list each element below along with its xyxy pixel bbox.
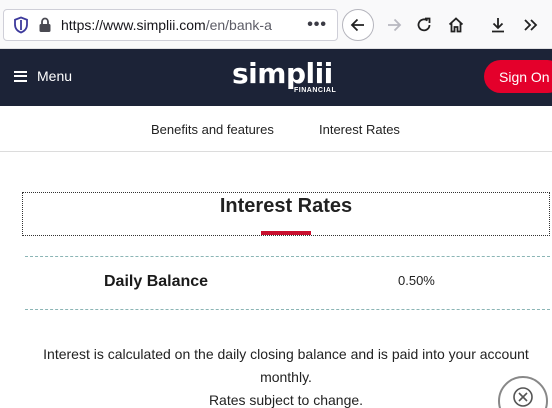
url-fade xyxy=(273,17,303,33)
reload-button[interactable] xyxy=(408,9,440,41)
site-header: Menu simplii FINANCIAL Sign On xyxy=(0,49,552,106)
chat-icon xyxy=(513,387,533,407)
menu-button[interactable]: Menu xyxy=(14,68,72,84)
overflow-button[interactable] xyxy=(515,9,547,41)
back-button[interactable] xyxy=(342,9,374,41)
home-icon xyxy=(448,17,464,33)
interest-note: Interest is calculated on the daily clos… xyxy=(30,343,542,408)
download-icon xyxy=(492,18,504,33)
url-host: https://www.simplii.com xyxy=(61,17,206,33)
section-nav: Benefits and features Interest Rates xyxy=(0,106,552,152)
hamburger-icon xyxy=(14,70,27,82)
interest-note-line-1: Interest is calculated on the daily clos… xyxy=(43,346,529,385)
tab-interest-rates[interactable]: Interest Rates xyxy=(319,122,400,137)
forward-button[interactable] xyxy=(378,9,410,41)
url-text: https://www.simplii.com/en/bank-a xyxy=(61,17,303,33)
logo-wordmark: simplii xyxy=(232,57,333,90)
download-button[interactable] xyxy=(482,9,514,41)
rate-value: 0.50% xyxy=(398,273,435,288)
browser-toolbar: https://www.simplii.com/en/bank-a ••• xyxy=(0,0,552,49)
back-icon xyxy=(350,18,364,32)
forward-icon xyxy=(388,18,402,32)
interest-note-line-2: Rates subject to change. xyxy=(208,392,364,408)
reload-icon xyxy=(417,17,431,32)
tab-benefits-and-features[interactable]: Benefits and features xyxy=(151,122,274,137)
sign-on-button[interactable]: Sign On xyxy=(484,60,552,93)
title-underline xyxy=(261,231,311,235)
menu-label: Menu xyxy=(37,68,73,84)
overflow-icon xyxy=(524,19,538,31)
page-title: Interest Rates xyxy=(219,195,353,217)
simplii-logo[interactable]: simplii FINANCIAL xyxy=(232,57,342,101)
shield-icon[interactable] xyxy=(12,16,30,34)
rate-label: Daily Balance xyxy=(104,273,209,290)
more-icon[interactable]: ••• xyxy=(307,16,327,34)
address-bar[interactable]: https://www.simplii.com/en/bank-a ••• xyxy=(3,9,338,41)
home-button[interactable] xyxy=(440,9,472,41)
lock-icon[interactable] xyxy=(38,17,52,33)
url-path: /en/bank-a xyxy=(205,17,272,33)
logo-subtext: FINANCIAL xyxy=(294,87,337,94)
